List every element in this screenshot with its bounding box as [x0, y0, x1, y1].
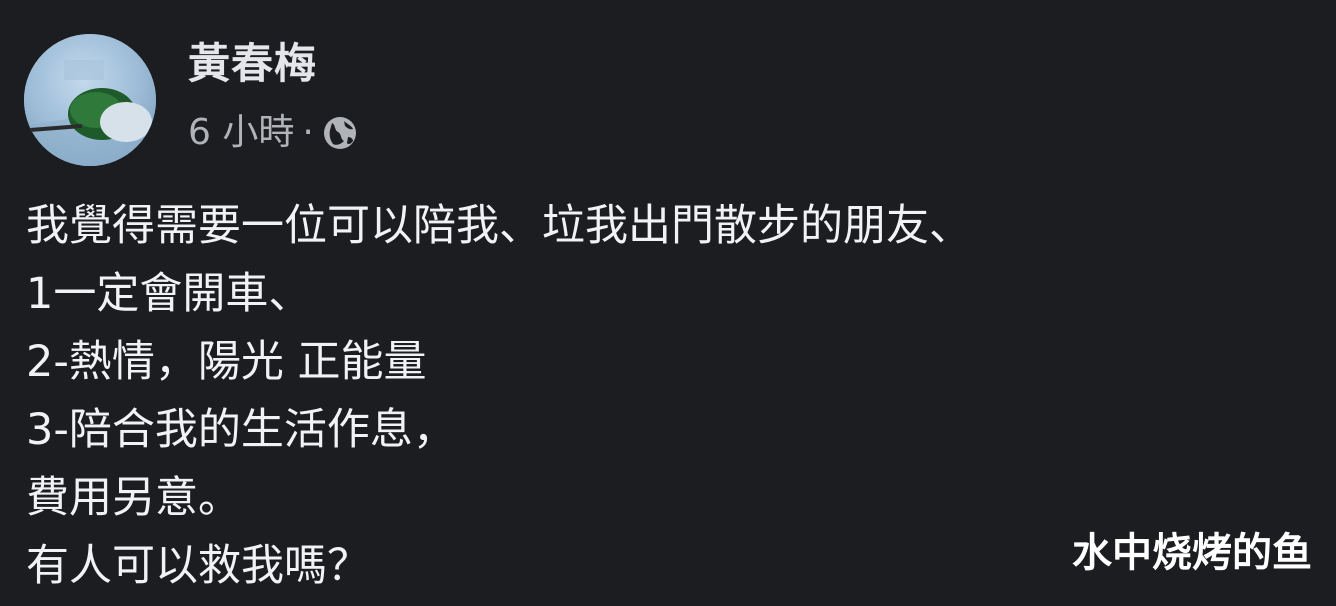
- globe-icon[interactable]: [320, 113, 360, 153]
- post-text-line: 我覺得需要一位可以陪我、垃我出門散步的朋友、: [26, 201, 972, 251]
- post-text-line: 3-陪合我的生活作息，: [26, 405, 456, 455]
- post-meta: 6 小時 ·: [188, 108, 360, 158]
- post-text-line: 有人可以救我嗎？: [26, 541, 370, 591]
- post-body: 我覺得需要一位可以陪我、垃我出門散步的朋友、 1一定會開車、 2-熱情，陽光 正…: [26, 192, 1226, 600]
- author-name[interactable]: 黃春梅: [188, 36, 317, 92]
- watermark: 水中烧烤的鱼: [1072, 530, 1312, 576]
- post-text-line: 費用另意。: [26, 473, 241, 523]
- post-text-line: 2-熱情，陽光 正能量: [26, 337, 427, 387]
- avatar[interactable]: [24, 34, 156, 166]
- meta-separator: ·: [302, 112, 314, 153]
- post-timestamp[interactable]: 6 小時: [188, 108, 294, 158]
- avatar-image: [24, 34, 156, 166]
- post-text-line: 1一定會開車、: [26, 269, 312, 319]
- facebook-post: 黃春梅 6 小時 · 我覺得需要一位可以陪我、垃我出門散步的朋友、 1一定會開車…: [0, 0, 1336, 606]
